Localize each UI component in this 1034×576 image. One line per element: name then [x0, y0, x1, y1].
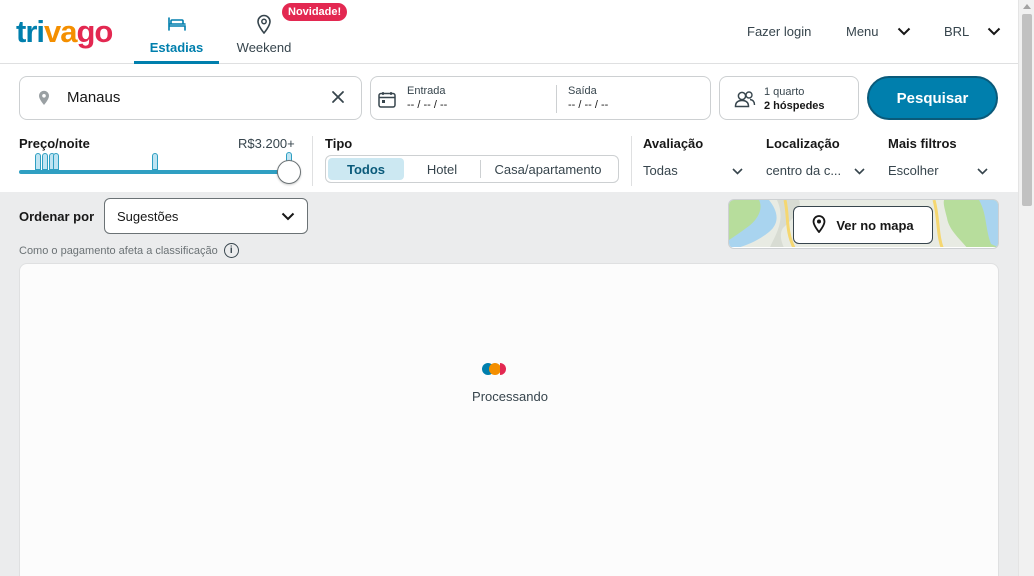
login-label: Fazer login [747, 24, 812, 39]
checkin-field[interactable]: Entrada -- / -- / -- [407, 84, 447, 112]
dates-field[interactable]: Entrada -- / -- / -- Saída -- / -- / -- [370, 76, 711, 120]
scroll-thumb[interactable] [1022, 14, 1032, 206]
payment-note-text: Como o pagamento afeta a classificação [19, 244, 218, 257]
price-histogram-bar [53, 153, 59, 170]
guests-summary: 1 quarto 2 hóspedes [764, 85, 825, 113]
checkin-value: -- / -- / -- [407, 99, 448, 111]
rating-filter-select[interactable]: Todas [643, 163, 743, 178]
rooms-count: 1 quarto [764, 86, 805, 98]
chevron-down-icon [732, 163, 743, 178]
checkout-field[interactable]: Saída -- / -- / -- [568, 84, 608, 112]
location-pin-icon [38, 90, 50, 111]
checkin-label: Entrada [407, 85, 446, 97]
more-filters-label: Mais filtros [888, 136, 957, 151]
currency-selector[interactable]: BRL [944, 24, 1001, 39]
location-pin-icon [253, 13, 275, 35]
chevron-down-icon [897, 24, 911, 39]
chevron-down-icon [977, 163, 988, 178]
scroll-up-arrow-icon[interactable] [1023, 4, 1031, 9]
tab-stays[interactable]: Estadias [134, 0, 219, 64]
loading-indicator-icon [482, 363, 512, 377]
sort-label: Ordenar por [19, 209, 95, 224]
price-histogram-bar [152, 153, 158, 170]
date-divider [556, 85, 557, 113]
chevron-down-icon [854, 163, 865, 178]
type-option-all[interactable]: Todos [328, 158, 404, 180]
page-scrollbar[interactable] [1018, 0, 1034, 576]
info-icon[interactable]: i [223, 243, 239, 258]
type-option-house[interactable]: Casa/apartamento [481, 158, 615, 180]
view-on-map-label: Ver no mapa [836, 217, 914, 233]
type-option-hotel[interactable]: Hotel [404, 158, 480, 180]
processing-status: Processando [472, 389, 548, 404]
price-slider-handle[interactable] [277, 160, 301, 184]
checkout-label: Saída [568, 85, 597, 97]
guests-icon [734, 90, 756, 113]
price-histogram-bar [42, 153, 48, 170]
payment-ranking-note: Como o pagamento afeta a classificação i [19, 243, 239, 258]
chevron-down-icon [987, 24, 1001, 39]
logo-part-2: va [44, 14, 77, 49]
login-link[interactable]: Fazer login [747, 24, 811, 39]
guests-count: 2 hóspedes [764, 100, 825, 112]
trivago-logo[interactable]: trivago [16, 14, 113, 50]
filter-divider [631, 136, 632, 186]
location-filter-select[interactable]: centro da c... [766, 163, 865, 178]
sort-value: Sugestões [117, 208, 179, 224]
price-histogram-bar [35, 153, 41, 170]
search-panel: Entrada -- / -- / -- Saída -- / -- / -- … [0, 64, 1018, 192]
top-header: trivago Estadias Weekend Novidade! Fazer… [0, 0, 1018, 64]
map-preview[interactable]: Ver no mapa [728, 199, 999, 249]
destination-input[interactable] [67, 89, 317, 106]
rating-filter-label: Avaliação [643, 136, 704, 151]
view-on-map-button[interactable]: Ver no mapa [793, 206, 933, 244]
new-badge: Novidade! [282, 3, 348, 21]
search-button[interactable]: Pesquisar [867, 76, 998, 120]
destination-field[interactable] [19, 76, 362, 120]
tab-weekend-label: Weekend [236, 40, 292, 55]
location-filter-label: Localização [766, 136, 840, 151]
clear-icon[interactable] [331, 90, 345, 109]
rating-filter-value: Todas [643, 163, 678, 178]
type-filter-group: Todos Hotel Casa/apartamento [325, 155, 619, 183]
sort-select[interactable]: Sugestões [104, 198, 308, 234]
type-filter-label: Tipo [325, 136, 353, 151]
price-filter-label: Preço/noite [19, 136, 90, 151]
currency-label: BRL [944, 24, 970, 39]
more-filters-select[interactable]: Escolher [888, 163, 988, 178]
bed-icon [166, 13, 188, 35]
guests-field[interactable]: 1 quarto 2 hóspedes [719, 76, 859, 120]
calendar-icon [378, 91, 396, 113]
chevron-down-icon [281, 209, 295, 224]
price-slider-track[interactable] [19, 170, 289, 174]
results-panel: Processando [19, 263, 999, 576]
tab-stays-label: Estadias [149, 40, 204, 55]
logo-part-1: tri [16, 14, 45, 49]
logo-part-3: go [76, 14, 113, 49]
menu-label: Menu [846, 24, 879, 39]
filter-divider [312, 136, 313, 186]
location-pin-icon [812, 214, 826, 236]
location-filter-value: centro da c... [766, 163, 842, 178]
more-filters-value: Escolher [888, 163, 939, 178]
checkout-value: -- / -- / -- [568, 99, 609, 111]
price-max-value: R$3.200+ [238, 136, 295, 151]
menu-button[interactable]: Menu [846, 24, 911, 39]
